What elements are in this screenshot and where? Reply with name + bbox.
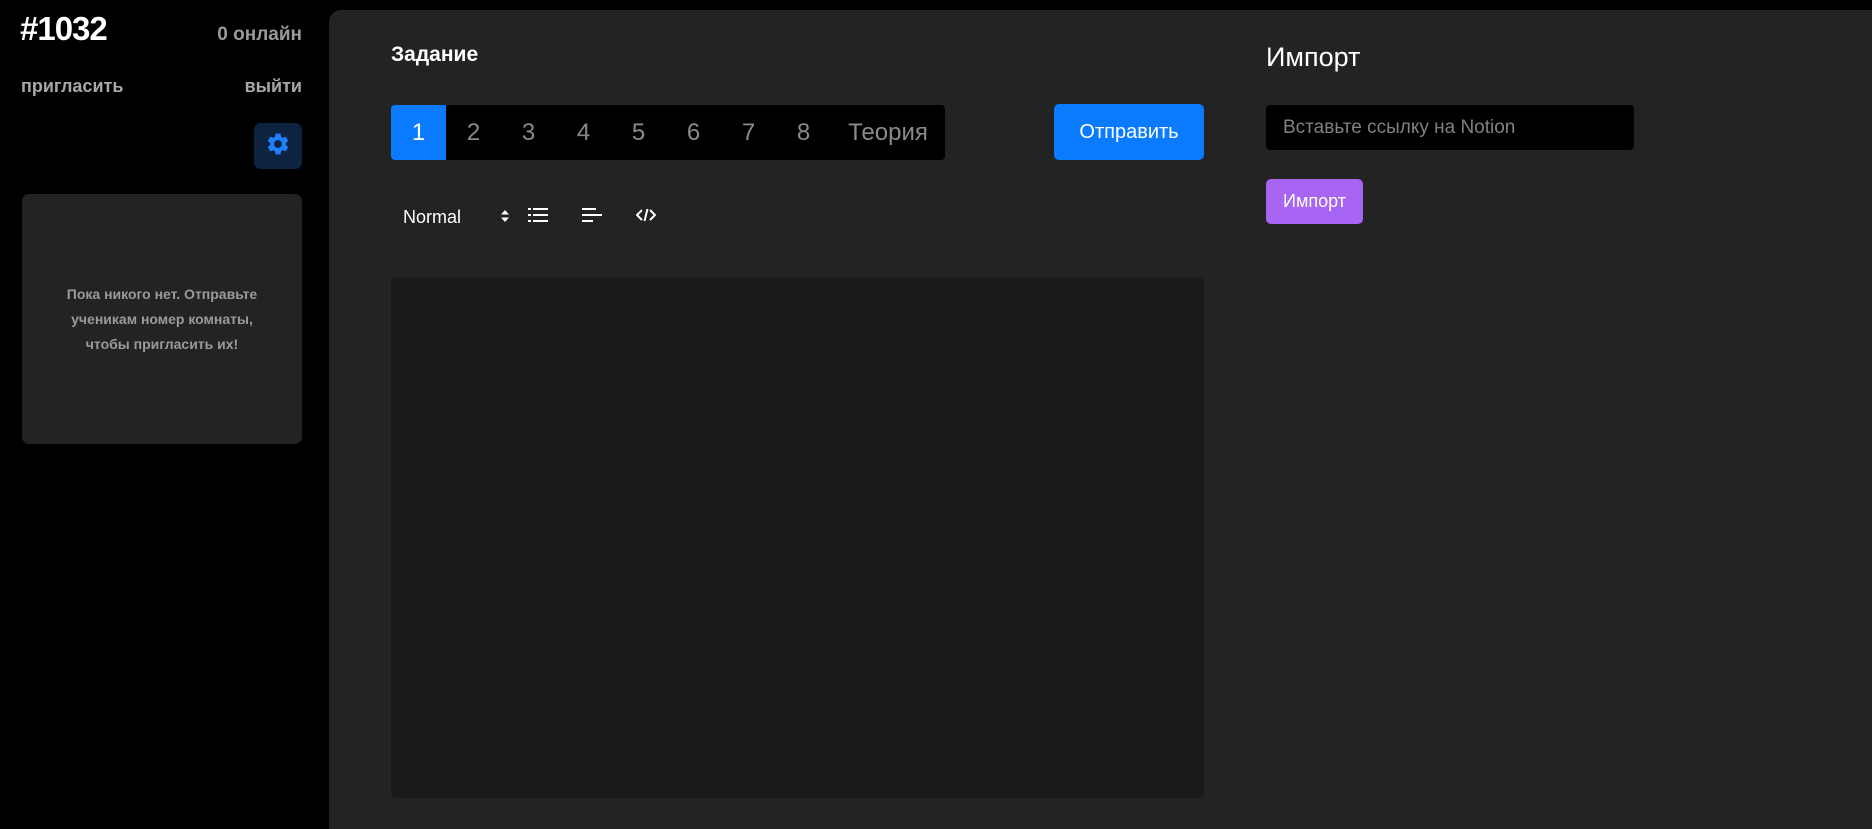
- tab-1[interactable]: 1: [391, 105, 446, 160]
- align-left-icon: [582, 207, 602, 228]
- chevron-updown-icon: [499, 207, 511, 228]
- notion-link-input[interactable]: [1266, 105, 1634, 150]
- import-button[interactable]: Импорт: [1266, 179, 1363, 224]
- align-left-button[interactable]: [565, 200, 619, 234]
- task-tabs: 1 2 3 4 5 6 7 8 Теория: [391, 105, 945, 160]
- bullet-list-icon: [528, 207, 548, 228]
- tab-8[interactable]: 8: [776, 105, 831, 160]
- tab-5[interactable]: 5: [611, 105, 666, 160]
- send-button[interactable]: Отправить: [1054, 104, 1204, 160]
- task-editor[interactable]: [391, 277, 1204, 798]
- format-select-value: Normal: [403, 206, 462, 227]
- participants-panel: Пока никого нет. Отправьте ученикам номе…: [22, 194, 302, 444]
- logout-link[interactable]: выйти: [245, 76, 302, 97]
- tab-7[interactable]: 7: [721, 105, 776, 160]
- format-select[interactable]: Normal: [391, 207, 511, 228]
- tab-6[interactable]: 6: [666, 105, 721, 160]
- online-count: 0 онлайн: [217, 24, 302, 45]
- sidebar: #1032 0 онлайн пригласить выйти Пока ник…: [0, 0, 328, 829]
- task-title: Задание: [391, 43, 479, 66]
- gear-icon: [265, 131, 291, 162]
- participants-empty-message: Пока никого нет. Отправьте ученикам номе…: [66, 285, 258, 352]
- editor-toolbar: Normal: [391, 200, 673, 234]
- tab-4[interactable]: 4: [556, 105, 611, 160]
- code-icon: [635, 208, 657, 227]
- invite-link[interactable]: пригласить: [21, 76, 123, 97]
- settings-button[interactable]: [254, 123, 302, 169]
- tab-2[interactable]: 2: [446, 105, 501, 160]
- import-title: Импорт: [1266, 42, 1361, 72]
- room-id: #1032: [20, 10, 108, 47]
- tab-3[interactable]: 3: [501, 105, 556, 160]
- main-panel: Задание 1 2 3 4 5 6 7 8 Теория Отправить…: [329, 10, 1872, 829]
- tab-theory[interactable]: Теория: [831, 105, 945, 160]
- bullet-list-button[interactable]: [511, 200, 565, 234]
- code-button[interactable]: [619, 200, 673, 234]
